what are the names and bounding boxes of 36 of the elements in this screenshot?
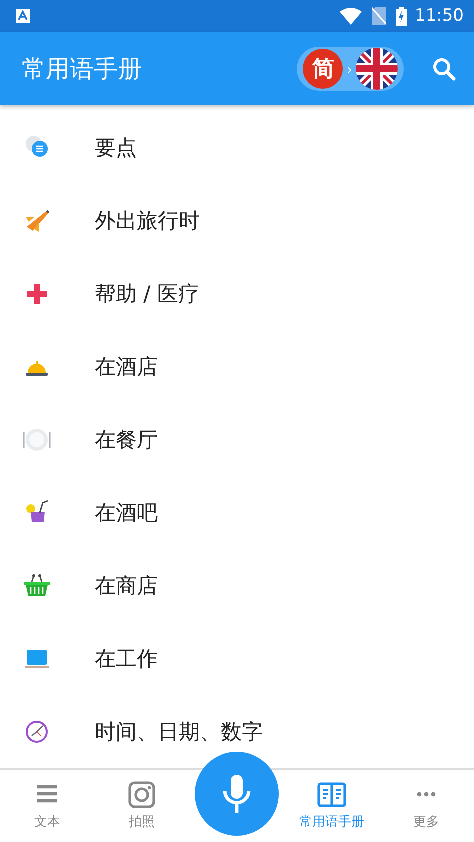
category-row[interactable]: 在酒店: [0, 330, 474, 403]
app-notification-icon: [16, 9, 30, 23]
wifi-icon: [340, 8, 362, 24]
category-row[interactable]: 在工作: [0, 622, 474, 695]
language-pair-button[interactable]: 简 ›: [297, 46, 404, 90]
microphone-icon: [220, 773, 253, 815]
camera-icon: [126, 781, 158, 809]
app-title: 常用语手册: [22, 54, 143, 84]
nav-tab[interactable]: 更多: [379, 770, 474, 842]
category-row[interactable]: 时间、日期、数字: [0, 695, 474, 768]
search-icon[interactable]: [432, 56, 456, 80]
uk-flag-icon: [356, 48, 398, 90]
more-dots-icon: [417, 792, 436, 797]
category-label: 帮助 / 医疗: [95, 280, 200, 308]
nav-tab[interactable]: 文本: [0, 770, 95, 842]
category-label: 在工作: [95, 646, 158, 672]
category-label: 外出旅行时: [95, 208, 200, 234]
category-label: 在酒吧: [95, 500, 158, 526]
status-time: 11:50: [415, 6, 464, 26]
source-language-badge: 简: [303, 48, 344, 88]
category-row[interactable]: 在商店: [0, 549, 474, 622]
category-label: 在商店: [95, 572, 158, 600]
category-label: 在酒店: [95, 354, 158, 380]
open-book-icon: [316, 781, 348, 809]
category-row[interactable]: 要点: [0, 111, 474, 184]
nav-tab[interactable]: 拍照: [94, 770, 190, 842]
category-label: 在餐厅: [95, 426, 158, 454]
category-label: 时间、日期、数字: [95, 718, 263, 746]
category-row[interactable]: 在餐厅: [0, 403, 474, 476]
no-sim-icon: [372, 7, 386, 25]
category-row[interactable]: 外出旅行时: [0, 184, 474, 257]
battery-charging-icon: [396, 6, 407, 26]
category-label: 要点: [95, 134, 137, 162]
category-row[interactable]: 帮助 / 医疗: [0, 257, 474, 330]
category-row[interactable]: 在酒吧: [0, 476, 474, 549]
arrow-glyph: ›: [347, 60, 352, 76]
